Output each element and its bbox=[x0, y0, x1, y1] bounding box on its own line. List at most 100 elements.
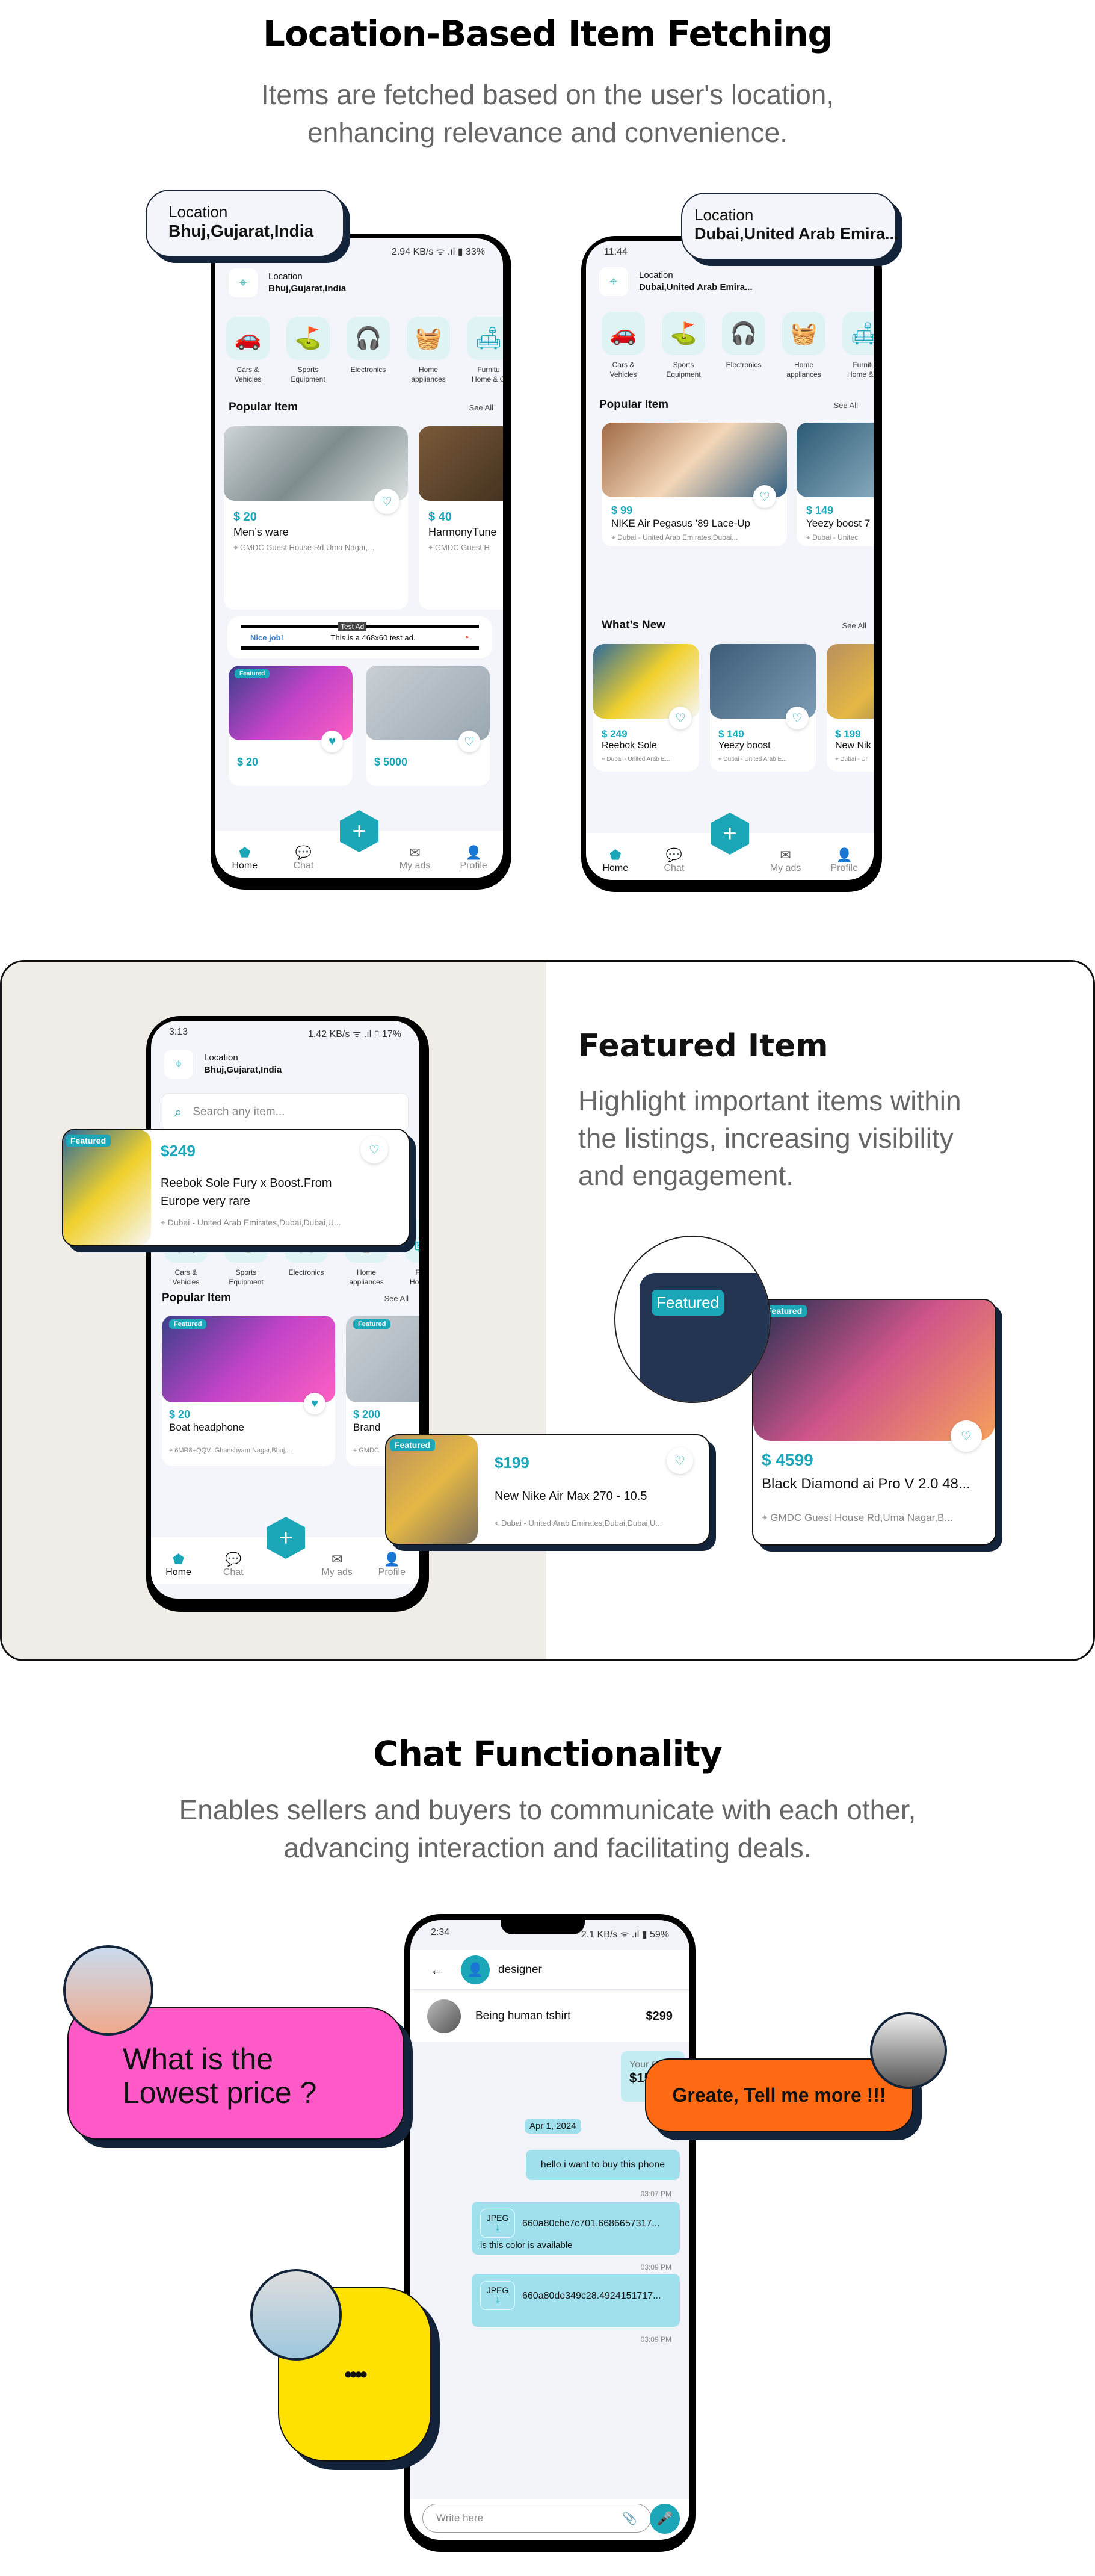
search-input[interactable]: ⌕ Search any item... bbox=[162, 1093, 409, 1132]
item-address: ⌖ Dubai - United Arab E... bbox=[602, 756, 670, 763]
contact-avatar[interactable]: 👤 bbox=[461, 1955, 490, 1984]
featured-badge: Featured bbox=[353, 1319, 391, 1329]
nav-chat[interactable]: 💬 Chat bbox=[650, 847, 698, 874]
location-row[interactable]: ⌖ Location Bhuj,Gujarat,India bbox=[164, 1050, 282, 1079]
category-item[interactable]: 🎧 Electronics bbox=[343, 317, 393, 384]
category-label: Home & G bbox=[847, 370, 874, 379]
back-arrow-icon[interactable]: ← bbox=[430, 1960, 445, 1979]
item-name: NIKE Air Pegasus '89 Lace-Up bbox=[611, 518, 750, 529]
nav-profile[interactable]: 👤 Profile bbox=[820, 847, 868, 874]
item-card[interactable]: Featured ♥ $ 20 Boat headphone ⌖ 6MR8+QQ… bbox=[162, 1316, 335, 1466]
item-address: ⌖ GMDC Guest House Rd,Uma Nagar,... bbox=[233, 543, 375, 552]
category-item[interactable]: ⛳ SportsEquipment bbox=[658, 312, 709, 379]
heart-icon[interactable]: ♡ bbox=[458, 731, 480, 752]
heart-icon[interactable]: ♡ bbox=[374, 489, 399, 514]
message-input[interactable]: Write here 📎 bbox=[422, 2504, 651, 2533]
category-item[interactable]: 🧺 Homeappliances bbox=[403, 317, 454, 384]
featured-product-card[interactable]: Featured ♡ $ 4599 Black Diamond ai Pro V… bbox=[752, 1299, 996, 1546]
item-card[interactable]: $ 40 HarmonyTune ⌖ GMDC Guest H bbox=[419, 426, 503, 610]
grid-item-card[interactable]: Featured ♥ $ 20 bbox=[229, 666, 353, 786]
heart-icon[interactable]: ♡ bbox=[951, 1420, 982, 1452]
item-address: ⌖ 6MR8+QQV ,Ghanshyam Nagar,Bhuj,... bbox=[169, 1447, 292, 1454]
chat-message[interactable]: hello i want to buy this phone bbox=[526, 2150, 680, 2180]
nav-chat[interactable]: 💬 Chat bbox=[279, 845, 327, 872]
see-all-link[interactable]: See All bbox=[834, 401, 858, 410]
item-name: Reebok Sole Fury x Boost.From Europe very… bbox=[161, 1177, 332, 1208]
paperclip-icon[interactable]: 📎 bbox=[622, 2511, 637, 2526]
category-item[interactable]: 🎧 Electronics bbox=[718, 312, 769, 379]
nav-home[interactable]: ⬟ Home bbox=[221, 845, 269, 872]
see-all-link[interactable]: See All bbox=[469, 403, 493, 412]
popular-title: Popular Item bbox=[599, 398, 669, 411]
nav-my-ads[interactable]: ✉ My ads bbox=[762, 847, 810, 874]
jpeg-file-icon[interactable]: JPEG ⤓ bbox=[480, 2209, 515, 2238]
chat-message-file[interactable]: JPEG ⤓ 660a80de349c28.4924151717... bbox=[472, 2274, 680, 2327]
jpeg-file-icon[interactable]: JPEG ⤓ bbox=[480, 2281, 515, 2310]
category-label: Home bbox=[356, 1268, 376, 1277]
category-label: Equipment bbox=[229, 1278, 264, 1286]
item-address: ⌖ Dubai - Ur bbox=[835, 756, 868, 763]
heart-icon[interactable]: ♡ bbox=[786, 707, 809, 729]
featured-highlight-card-1[interactable]: Featured $249 ♡ Reebok Sole Fury x Boost… bbox=[62, 1129, 410, 1246]
category-label: Cars & bbox=[612, 361, 635, 369]
location-pin-icon: ⌖ bbox=[164, 1050, 193, 1079]
heart-icon[interactable]: ♡ bbox=[360, 1136, 388, 1163]
item-image bbox=[366, 666, 490, 740]
nav-chat[interactable]: 💬 Chat bbox=[209, 1552, 258, 1578]
product-strip[interactable]: Being human tshirt $299 bbox=[410, 1991, 689, 2042]
location-pin-icon: ⌖ bbox=[229, 268, 258, 297]
item-name: Black Diamond ai Pro V 2.0 48... bbox=[762, 1476, 970, 1492]
item-card[interactable]: ♡ $ 20 Men’s ware ⌖ GMDC Guest House Rd,… bbox=[224, 426, 408, 610]
nav-home[interactable]: ⬟ Home bbox=[155, 1552, 203, 1578]
item-price: $ 149 bbox=[718, 728, 744, 740]
heart-icon[interactable]: ♡ bbox=[753, 485, 776, 508]
section-subtitle-chat-2: advancing interaction and facilitating d… bbox=[283, 1832, 812, 1863]
nav-profile[interactable]: 👤 Profile bbox=[368, 1552, 416, 1578]
location-row[interactable]: ⌖ Location Dubai,United Arab Emira... bbox=[599, 267, 753, 296]
section-subtitle-featured: Highlight important items within the list… bbox=[578, 1085, 961, 1191]
new-item-card[interactable]: $ 199 New Nik ⌖ Dubai - Ur bbox=[827, 644, 874, 772]
category-label: Sports bbox=[297, 365, 319, 374]
test-ad-banner[interactable]: Nice job! This is a 468x60 test ad. ◔ Te… bbox=[241, 622, 479, 650]
popular-header: Popular Item See All bbox=[162, 1292, 409, 1305]
grid-item-card[interactable]: ♡ $ 5000 bbox=[366, 666, 490, 786]
my-ads-icon: ✉ bbox=[780, 847, 791, 862]
category-item[interactable]: 🚗 Cars &Vehicles bbox=[223, 317, 273, 384]
nav-home[interactable]: ⬟ Home bbox=[591, 847, 640, 874]
category-item[interactable]: 🧺 Homeappliances bbox=[779, 312, 829, 379]
new-item-card[interactable]: ♡ $ 149 Yeezy boost ⌖ Dubai - United Ara… bbox=[710, 644, 816, 772]
washing-machine-icon: 🧺 bbox=[407, 317, 450, 360]
new-item-card[interactable]: ♡ $ 249 Reebok Sole ⌖ Dubai - United Ara… bbox=[593, 644, 699, 772]
chat-icon: 💬 bbox=[225, 1552, 242, 1567]
item-address: ⌖ Dubai - United Arab Emirates,Dubai,Dub… bbox=[495, 1519, 662, 1528]
category-item[interactable]: 🛋 FurnituHome & G bbox=[839, 312, 874, 379]
input-placeholder: Write here bbox=[436, 2512, 484, 2524]
heart-icon[interactable]: ♡ bbox=[669, 707, 692, 729]
location-row[interactable]: ⌖ Location Bhuj,Gujarat,India bbox=[229, 268, 346, 297]
chat-header: ← 👤 designer bbox=[410, 1950, 689, 1990]
nav-my-ads[interactable]: ✉ My ads bbox=[313, 1552, 361, 1578]
see-all-link[interactable]: See All bbox=[384, 1294, 409, 1303]
item-card[interactable]: ♡ $ 99 NIKE Air Pegasus '89 Lace-Up ⌖ Du… bbox=[602, 423, 787, 546]
zoom-magnifier: Featured bbox=[614, 1236, 771, 1403]
see-all-link[interactable]: See All bbox=[842, 621, 866, 630]
category-label: Home & G bbox=[471, 375, 503, 383]
category-item[interactable]: 🚗 Cars &Vehicles bbox=[598, 312, 649, 379]
heart-icon[interactable]: ♡ bbox=[667, 1447, 693, 1474]
headphones-icon: 🎧 bbox=[347, 317, 390, 360]
item-price: $199 bbox=[495, 1454, 529, 1472]
heart-filled-icon[interactable]: ♥ bbox=[304, 1393, 325, 1414]
mic-button[interactable]: 🎤 bbox=[650, 2504, 680, 2534]
chat-message-file[interactable]: JPEG ⤓ 660a80cbc7c701.6686657317... is th… bbox=[472, 2202, 680, 2255]
item-address: ⌖ GMDC Guest H bbox=[428, 543, 490, 552]
featured-item-section: 3:13 1.42 KB/s ᯤ .ıl ▯ 17% ⌖ Location Bhu… bbox=[0, 960, 1095, 1661]
category-item[interactable]: ⛳ SportsEquipment bbox=[283, 317, 333, 384]
status-bar: 3:13 1.42 KB/s ᯤ .ıl ▯ 17% bbox=[151, 1027, 419, 1045]
category-item[interactable]: 🛋 FurnituHome & G bbox=[463, 317, 503, 384]
nav-my-ads[interactable]: ✉ My ads bbox=[391, 845, 439, 872]
heart-filled-icon[interactable]: ♥ bbox=[321, 731, 343, 752]
item-card[interactable]: $ 149 Yeezy boost 7 ⌖ Dubai - Unitec bbox=[797, 423, 874, 546]
featured-highlight-card-2[interactable]: Featured $199 ♡ New Nike Air Max 270 - 1… bbox=[385, 1434, 710, 1545]
nav-profile[interactable]: 👤 Profile bbox=[449, 845, 498, 872]
location-callout-right: Location Dubai,United Arab Emira... bbox=[681, 193, 899, 260]
